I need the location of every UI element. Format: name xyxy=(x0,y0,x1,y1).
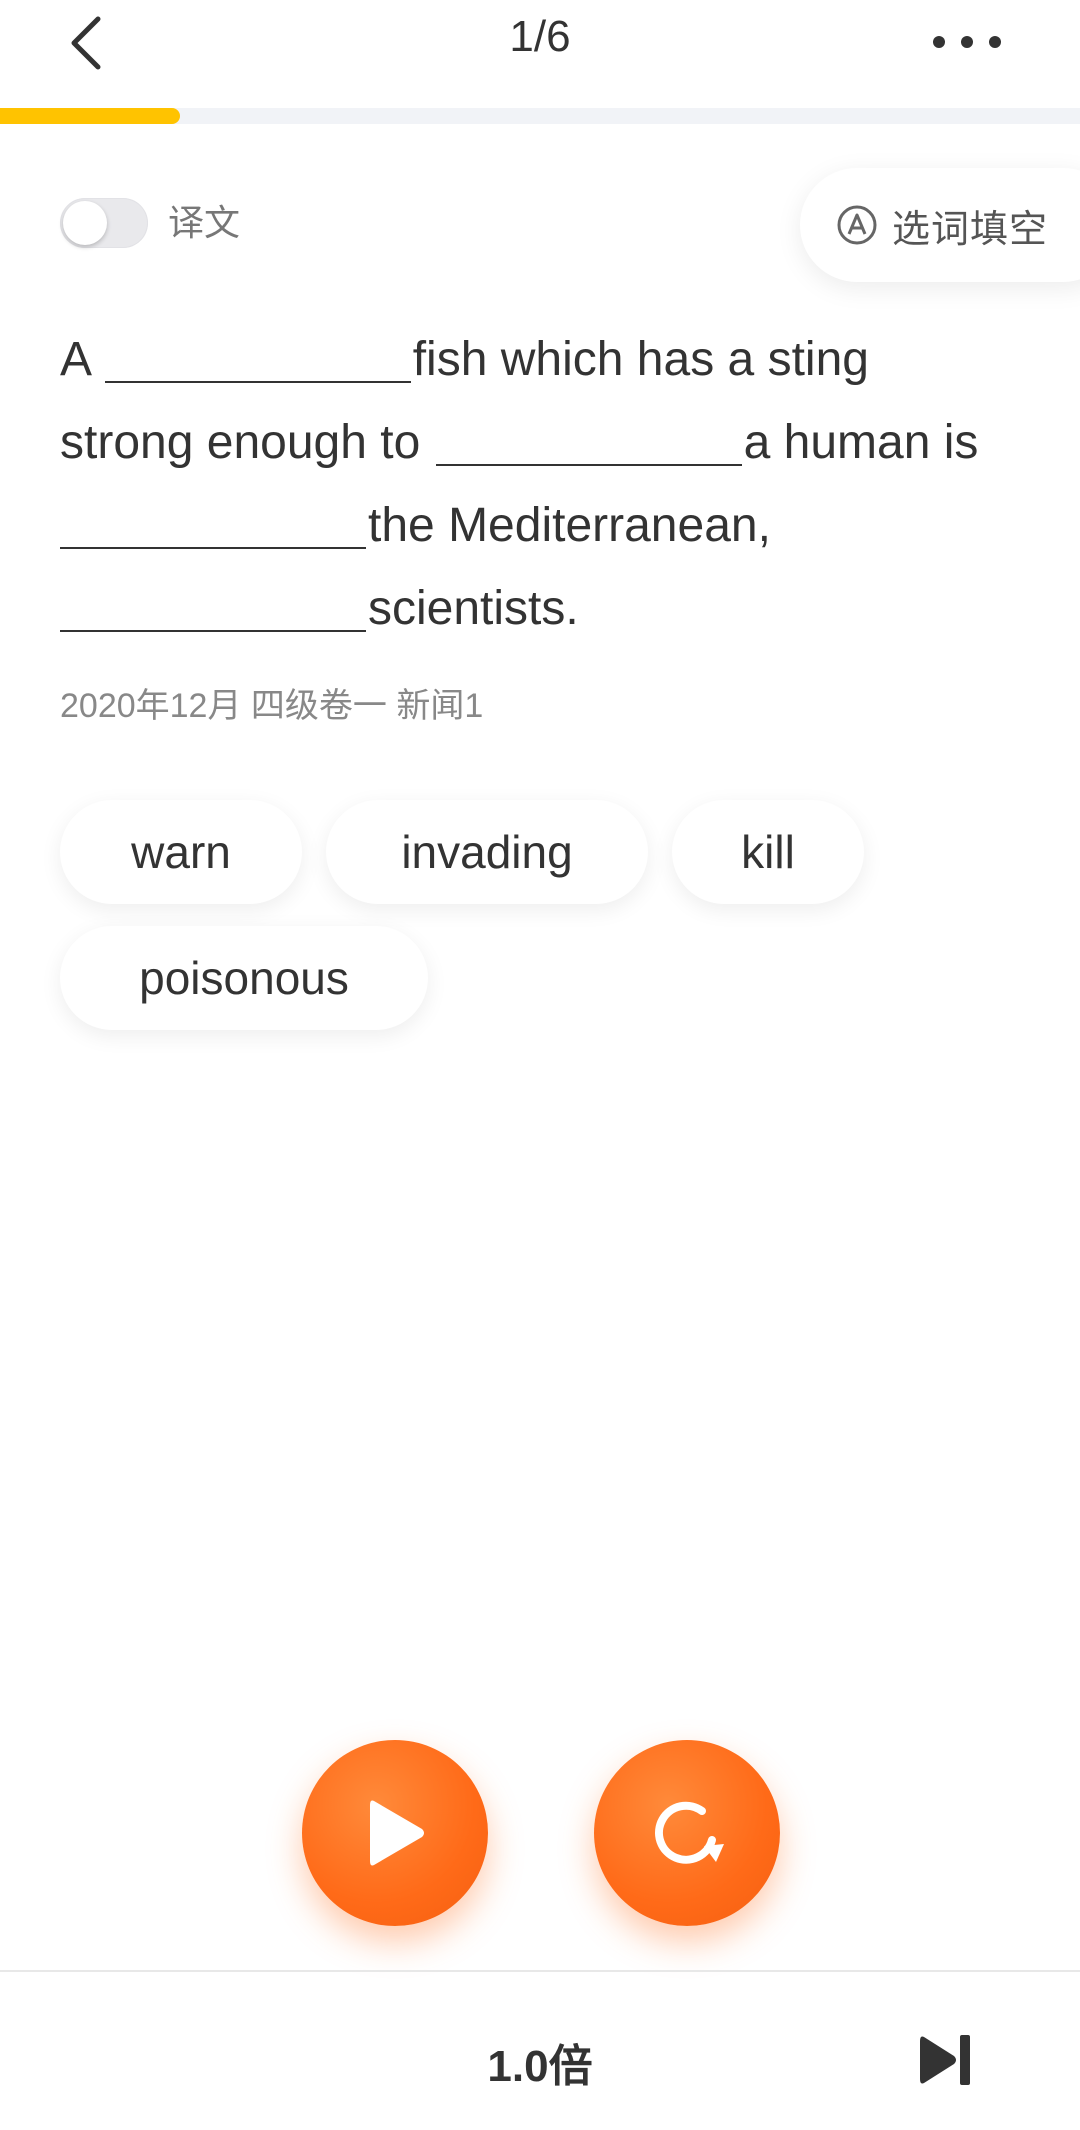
header-bar: 1/6 xyxy=(0,0,1080,90)
mode-label: 选词填空 xyxy=(892,208,1049,251)
skip-next-icon xyxy=(920,2035,970,2085)
progress-fill xyxy=(0,108,181,124)
replay-button[interactable] xyxy=(594,1740,780,1926)
toggle-knob xyxy=(63,201,107,245)
mode-selector-button[interactable]: 选词填空 xyxy=(800,168,1080,282)
letter-a-circle-icon xyxy=(837,205,877,245)
answer-blank-3[interactable] xyxy=(60,491,366,549)
more-dot-icon xyxy=(933,36,945,48)
progress-bar xyxy=(0,108,1080,124)
sentence-segment: the Mediterranean, xyxy=(368,499,771,552)
play-icon xyxy=(370,1800,424,1866)
word-option-chip[interactable]: warn xyxy=(60,800,302,904)
word-option-chip[interactable]: kill xyxy=(672,800,864,904)
answer-blank-4[interactable] xyxy=(60,574,366,632)
more-options-button[interactable] xyxy=(912,12,1022,72)
translation-toggle[interactable] xyxy=(60,198,148,248)
question-sentence: A fish which has a sting strong enough t… xyxy=(60,318,1040,650)
more-dot-icon xyxy=(989,36,1001,48)
play-button[interactable] xyxy=(302,1740,488,1926)
chevron-left-icon xyxy=(71,16,101,70)
back-button[interactable] xyxy=(50,8,120,78)
bottom-divider xyxy=(0,1970,1080,1972)
replay-icon xyxy=(655,1801,724,1864)
word-option-chip[interactable]: invading xyxy=(326,800,648,904)
skip-next-button[interactable] xyxy=(908,2022,984,2098)
sentence-segment: a human is xyxy=(743,416,979,469)
sentence-segment: fish which has a sting xyxy=(412,333,869,386)
translation-label: 译文 xyxy=(168,202,241,243)
sentence-segment: strong enough to xyxy=(60,416,421,469)
answer-blank-1[interactable] xyxy=(104,325,411,383)
question-source: 2020年12月 四级卷一 新闻1 xyxy=(60,687,484,725)
answer-blank-2[interactable] xyxy=(435,408,742,466)
sentence-segment: A xyxy=(60,333,90,386)
word-option-chip[interactable]: poisonous xyxy=(60,926,428,1030)
more-dot-icon xyxy=(961,36,973,48)
sentence-segment: scientists. xyxy=(368,582,579,635)
